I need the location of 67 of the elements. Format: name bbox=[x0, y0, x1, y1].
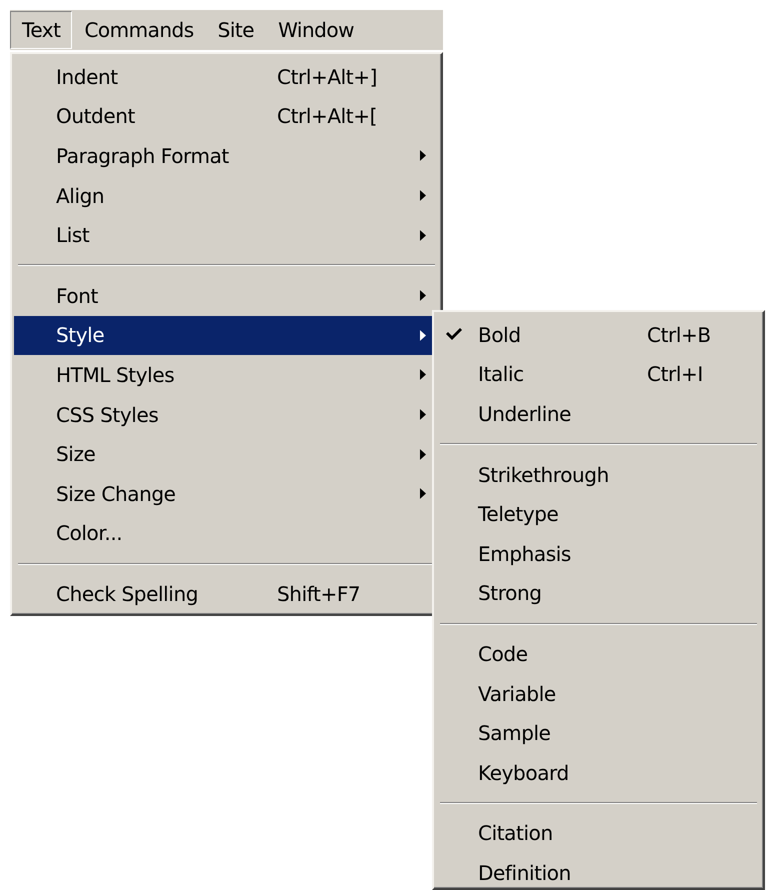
menu-item[interactable]: HTML Styles bbox=[14, 355, 439, 395]
menu-item-label: Strong bbox=[478, 581, 542, 606]
menu-item-label: List bbox=[56, 223, 90, 248]
menu-item-label: Sample bbox=[478, 721, 551, 746]
menu-item-label: CSS Styles bbox=[56, 402, 158, 427]
menu-item-label: Citation bbox=[478, 821, 553, 846]
submenu-arrow-icon bbox=[420, 448, 426, 460]
menu-item-label: Emphasis bbox=[478, 542, 571, 566]
menu-item[interactable]: Underline bbox=[436, 394, 761, 434]
menu-bar-item[interactable]: Window bbox=[266, 11, 366, 49]
menu-item[interactable]: Paragraph Format bbox=[14, 136, 439, 176]
menu-bar-item[interactable]: Text bbox=[10, 11, 72, 49]
menu-item[interactable]: Strikethrough bbox=[436, 454, 761, 494]
menu-item[interactable]: Strong bbox=[436, 574, 761, 614]
menu-item-label: HTML Styles bbox=[56, 362, 174, 387]
menu-item-label: Color... bbox=[56, 521, 122, 546]
menu-item-label: Paragraph Format bbox=[56, 144, 229, 168]
submenu-arrow-icon bbox=[420, 190, 426, 202]
menu-item[interactable]: Code bbox=[436, 634, 761, 674]
menu-item[interactable]: Teletype bbox=[436, 494, 761, 534]
submenu-arrow-icon bbox=[420, 330, 426, 341]
menu-item[interactable]: Definition bbox=[436, 853, 761, 890]
menu-item[interactable]: List bbox=[14, 215, 439, 255]
submenu-arrow-icon bbox=[420, 488, 426, 500]
menu-item[interactable]: Align bbox=[14, 176, 439, 216]
shortcut-label: Ctrl+Alt+] bbox=[277, 64, 377, 89]
menu-item[interactable]: Size Change bbox=[14, 474, 439, 514]
menu-item-label: Font bbox=[56, 284, 98, 308]
shortcut-label: Ctrl+Alt+[ bbox=[277, 104, 377, 128]
submenu-arrow-icon bbox=[420, 230, 426, 241]
menu-item-label: Strikethrough bbox=[478, 462, 609, 487]
menu-item[interactable]: Size bbox=[14, 434, 439, 474]
submenu-arrow-icon bbox=[420, 369, 426, 380]
menu-item[interactable]: Keyboard bbox=[436, 752, 761, 793]
submenu-arrow-icon bbox=[420, 290, 426, 302]
menu-item[interactable]: Italic Ctrl+I bbox=[436, 354, 761, 394]
menu-item-label: Check Spelling bbox=[56, 582, 198, 606]
menu-item[interactable]: Indent Ctrl+Alt+] bbox=[14, 57, 439, 97]
menu-item-label: Bold bbox=[478, 322, 521, 347]
menu-item-label: Variable bbox=[478, 682, 556, 706]
menu-item-label: Size Change bbox=[56, 482, 176, 506]
menu-item[interactable]: Font bbox=[14, 276, 439, 316]
menu-item-label: Teletype bbox=[478, 502, 558, 526]
menu-bar-item[interactable]: Site bbox=[206, 11, 266, 49]
submenu-arrow-icon bbox=[420, 150, 426, 162]
menu-item[interactable]: Citation bbox=[436, 814, 761, 854]
menu-item[interactable]: Variable bbox=[436, 674, 761, 714]
menu-item-label: Style bbox=[56, 323, 104, 348]
shortcut-label: Shift+F7 bbox=[277, 582, 360, 606]
shortcut-label: Ctrl+B bbox=[647, 322, 711, 347]
menu-item-label: Italic bbox=[478, 362, 524, 386]
menu-item-label: Size bbox=[56, 442, 96, 466]
menu-item[interactable]: Outdent Ctrl+Alt+[ bbox=[14, 96, 439, 136]
menu-item-label: Underline bbox=[478, 402, 572, 426]
menu-item[interactable]: Sample bbox=[436, 713, 761, 753]
menu-bar-item[interactable]: Commands bbox=[72, 11, 206, 49]
menu-item-label: Keyboard bbox=[478, 760, 569, 785]
menu-item[interactable]: Emphasis bbox=[436, 534, 761, 574]
menu-item[interactable]: CSS Styles bbox=[14, 394, 439, 434]
menu-item-label: Align bbox=[56, 184, 104, 208]
submenu-arrow-icon bbox=[420, 409, 426, 420]
menu-item-label: Code bbox=[478, 642, 528, 666]
menu-item[interactable]: Bold Ctrl+B bbox=[436, 315, 761, 355]
menu-item-label: Definition bbox=[478, 860, 571, 885]
menu-item-label: Outdent bbox=[56, 104, 135, 128]
menu-item-label: Indent bbox=[56, 64, 118, 89]
shortcut-label: Ctrl+I bbox=[647, 362, 703, 386]
